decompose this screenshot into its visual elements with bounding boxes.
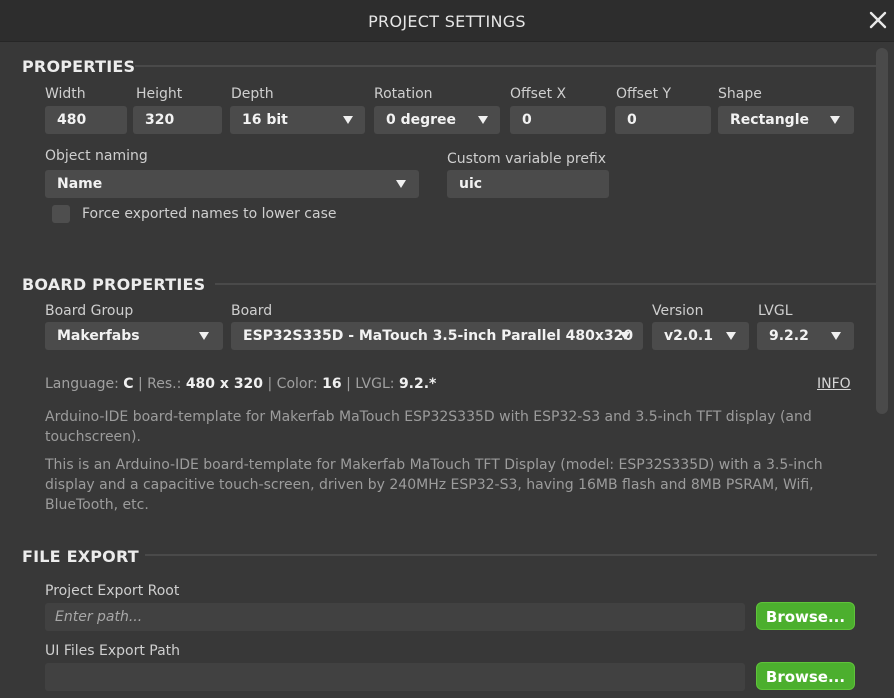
- depth-dropdown[interactable]: 16 bit: [230, 106, 365, 134]
- force-lowercase-label: Force exported names to lower case: [82, 206, 337, 222]
- rotation-dropdown[interactable]: 0 degree: [374, 106, 500, 134]
- ui-files-export-path-input[interactable]: [45, 663, 745, 691]
- board-long-description: This is an Arduino-IDE board-template fo…: [45, 457, 823, 513]
- object-naming-value: Name: [57, 176, 103, 192]
- chevron-down-icon: [725, 331, 737, 341]
- close-icon[interactable]: [866, 8, 890, 32]
- width-label: Width: [45, 86, 86, 102]
- object-naming-dropdown[interactable]: Name: [45, 170, 419, 198]
- custom-prefix-label: Custom variable prefix: [447, 151, 607, 167]
- project-export-root-label: Project Export Root: [45, 583, 180, 599]
- width-input[interactable]: 480: [45, 106, 127, 134]
- lvgl-dropdown[interactable]: 9.2.2: [757, 322, 854, 350]
- shape-value: Rectangle: [730, 112, 809, 128]
- lvgl-value: 9.2.2: [769, 328, 809, 344]
- chevron-down-icon: [477, 115, 489, 125]
- settings-content: PROPERTIES Width 480 Height 320 Depth 16…: [0, 43, 894, 698]
- section-divider: [145, 554, 877, 556]
- board-dropdown[interactable]: ESP32S335D - MaTouch 3.5-inch Parallel 4…: [231, 322, 643, 350]
- depth-value: 16 bit: [242, 112, 288, 128]
- offset-y-label: Offset Y: [616, 86, 672, 102]
- scrollbar[interactable]: [876, 48, 888, 414]
- object-naming-label: Object naming: [45, 148, 148, 164]
- rotation-value: 0 degree: [386, 112, 457, 128]
- chevron-down-icon: [395, 179, 407, 189]
- version-dropdown[interactable]: v2.0.1: [652, 322, 749, 350]
- board-group-dropdown[interactable]: Makerfabs: [45, 322, 223, 350]
- height-label: Height: [136, 86, 183, 102]
- title-bar: PROJECT SETTINGS: [0, 0, 894, 42]
- board-info-line: Language: C | Res.: 480 x 320 | Color: 1…: [45, 376, 437, 392]
- browse-project-root-button[interactable]: Browse...: [756, 602, 855, 630]
- section-title-file-export: FILE EXPORT: [22, 547, 139, 566]
- offset-y-input[interactable]: 0: [615, 106, 711, 134]
- chevron-down-icon: [198, 331, 210, 341]
- section-title-properties: PROPERTIES: [22, 57, 136, 76]
- board-label: Board: [231, 303, 273, 319]
- chevron-down-icon: [829, 115, 841, 125]
- board-group-label: Board Group: [45, 303, 134, 319]
- lvgl-label: LVGL: [758, 303, 793, 319]
- chevron-down-icon: [342, 115, 354, 125]
- project-export-root-input[interactable]: Enter path...: [45, 603, 745, 631]
- browse-ui-files-button[interactable]: Browse...: [756, 662, 855, 690]
- ui-files-export-path-label: UI Files Export Path: [45, 643, 181, 659]
- offset-x-label: Offset X: [510, 86, 567, 102]
- info-link[interactable]: INFO: [817, 376, 851, 392]
- window-title: PROJECT SETTINGS: [368, 12, 526, 31]
- chevron-down-icon: [830, 331, 842, 341]
- rotation-label: Rotation: [374, 86, 433, 102]
- custom-prefix-input[interactable]: uic: [447, 170, 609, 198]
- section-title-board: BOARD PROPERTIES: [22, 275, 206, 294]
- board-short-description: Arduino-IDE board-template for Makerfab …: [45, 409, 812, 445]
- offset-x-input[interactable]: 0: [510, 106, 606, 134]
- section-divider: [135, 65, 877, 67]
- board-value: ESP32S335D - MaTouch 3.5-inch Parallel 4…: [243, 328, 634, 344]
- chevron-down-icon: [619, 331, 631, 341]
- shape-label: Shape: [718, 86, 762, 102]
- board-group-value: Makerfabs: [57, 328, 140, 344]
- depth-label: Depth: [231, 86, 274, 102]
- version-value: v2.0.1: [664, 328, 713, 344]
- height-input[interactable]: 320: [133, 106, 222, 134]
- section-divider: [215, 283, 877, 285]
- version-label: Version: [652, 303, 704, 319]
- shape-dropdown[interactable]: Rectangle: [718, 106, 854, 134]
- force-lowercase-checkbox[interactable]: [52, 205, 70, 223]
